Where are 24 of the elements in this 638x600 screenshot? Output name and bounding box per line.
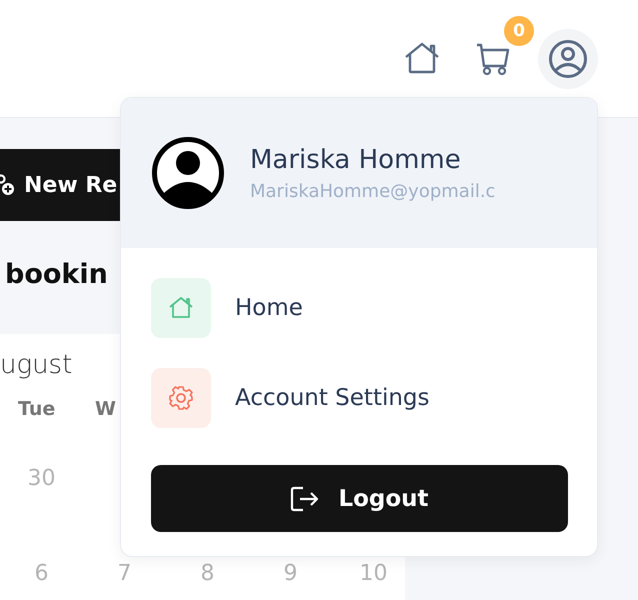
calendar-day[interactable]: 7 xyxy=(83,561,166,586)
weekday-label: W xyxy=(94,398,117,420)
page-title: bookin xyxy=(5,259,109,290)
avatar-icon xyxy=(152,137,224,209)
gear-icon xyxy=(168,385,194,411)
calendar-day[interactable]: 30 xyxy=(0,466,83,491)
user-email: MariskaHomme@yopmail.c xyxy=(250,180,496,202)
cart-count-badge: 0 xyxy=(504,16,534,46)
calendar-day[interactable]: 8 xyxy=(166,561,249,586)
month-label: ugust xyxy=(0,350,74,380)
calendar-day[interactable]: 10 xyxy=(332,561,415,586)
menu-item[interactable]: Home xyxy=(235,295,303,321)
logout-button[interactable]: Logout xyxy=(151,465,568,532)
calendar-day[interactable]: 9 xyxy=(249,561,332,586)
cart-icon[interactable] xyxy=(476,42,510,76)
calendar-day[interactable]: 6 xyxy=(0,561,83,586)
home-icon[interactable] xyxy=(404,42,440,74)
user-add-icon xyxy=(0,174,16,196)
weekday-label: Tue xyxy=(17,398,56,420)
logout-icon xyxy=(290,484,320,512)
menu-item[interactable]: Account Settings xyxy=(235,385,430,411)
user-icon xyxy=(548,38,588,78)
home-icon xyxy=(168,296,194,320)
user-name: Mariska Homme xyxy=(250,144,462,174)
